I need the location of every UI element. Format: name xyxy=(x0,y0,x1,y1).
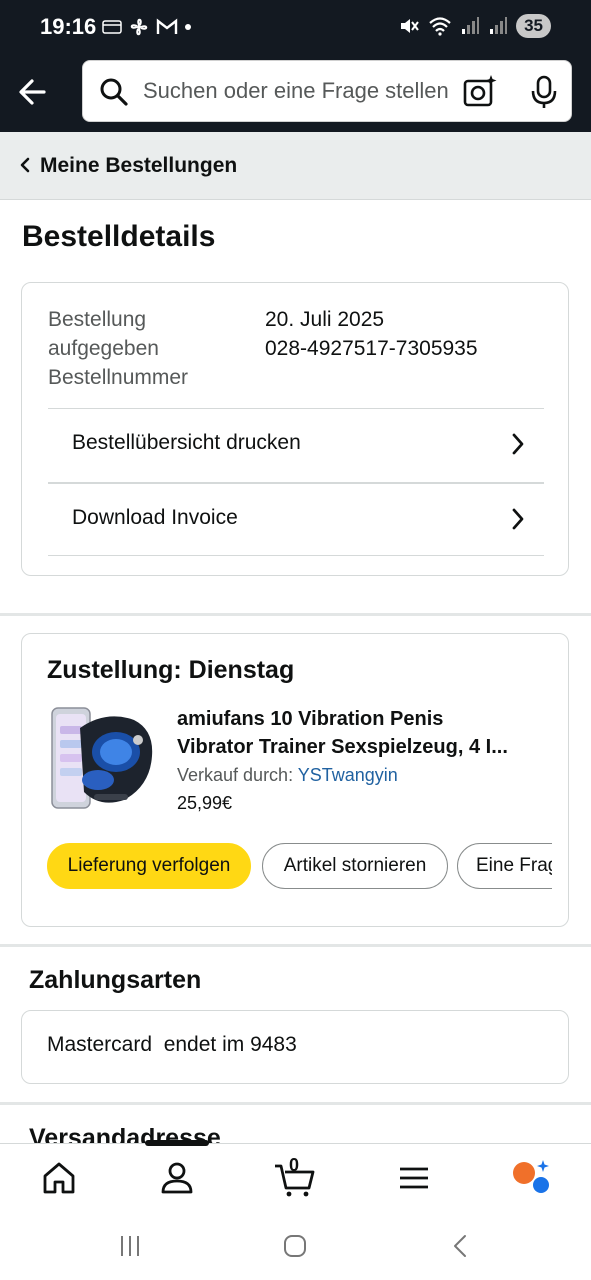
product-image[interactable] xyxy=(50,706,156,810)
print-order-summary-link[interactable]: Bestellübersicht drucken xyxy=(48,408,544,482)
system-nav-bar xyxy=(0,1211,591,1280)
card-notification-icon xyxy=(102,20,122,34)
track-delivery-button[interactable]: Lieferung verfolgen xyxy=(47,843,251,889)
camera-search-icon[interactable] xyxy=(461,73,499,111)
action-buttons: Lieferung verfolgen Artikel stornieren E… xyxy=(47,843,552,891)
dot-icon xyxy=(185,24,191,30)
seller-link[interactable]: YSTwangyin xyxy=(298,765,398,785)
order-labels: Bestellung aufgegeben Bestellnummer xyxy=(48,305,248,392)
payment-method: Mastercard endet im 9483 xyxy=(47,1033,297,1056)
system-back-icon[interactable] xyxy=(450,1233,470,1259)
signal-icon xyxy=(462,17,480,34)
account-icon[interactable] xyxy=(157,1158,197,1198)
active-tab-indicator xyxy=(145,1140,209,1146)
microphone-icon[interactable] xyxy=(527,73,561,111)
back-arrow-icon[interactable] xyxy=(14,72,54,112)
product-price: 25,99€ xyxy=(177,793,233,813)
delivery-title: Zustellung: Dienstag xyxy=(47,656,295,684)
order-date-value: 20. Juli 2025 xyxy=(265,308,385,331)
rufus-ai-icon[interactable] xyxy=(511,1158,551,1198)
home-button-icon[interactable] xyxy=(282,1233,308,1259)
section-divider xyxy=(0,944,591,947)
chevron-left-icon xyxy=(20,157,30,173)
gmail-icon xyxy=(156,18,178,34)
recent-apps-icon[interactable] xyxy=(118,1233,142,1259)
order-number-label: Bestellnummer xyxy=(48,366,189,389)
battery-indicator: 35 xyxy=(516,14,551,38)
page-title: Bestelldetails xyxy=(22,220,216,253)
cart-button[interactable]: 0 xyxy=(273,1155,317,1198)
cancel-item-button[interactable]: Artikel stornieren xyxy=(262,843,448,889)
ask-question-button[interactable]: Eine Frag xyxy=(457,843,552,889)
product-title-line-2: Vibrator Trainer Sexspielzeug, 4 I... xyxy=(177,736,508,758)
status-time: 19:16 xyxy=(40,14,97,39)
product-title[interactable]: amiufans 10 Vibration Penis Vibrator Tra… xyxy=(177,705,547,761)
breadcrumb[interactable]: Meine Bestellungen xyxy=(0,132,591,200)
wifi-icon xyxy=(429,17,451,36)
order-number-value: 028-4927517-7305935 xyxy=(265,337,478,360)
home-icon[interactable] xyxy=(39,1158,79,1198)
notification-icons xyxy=(102,16,192,38)
system-status-icons: 35 xyxy=(398,14,551,38)
breadcrumb-label: Meine Bestellungen xyxy=(40,154,238,177)
payment-card: Mastercard endet im 9483 xyxy=(21,1010,569,1084)
chevron-right-icon xyxy=(512,508,524,530)
search-input[interactable]: Suchen oder eine Frage stellen xyxy=(82,60,572,122)
fan-notification-icon xyxy=(130,18,148,36)
search-header: Suchen oder eine Frage stellen xyxy=(0,56,591,132)
payment-section-title: Zahlungsarten xyxy=(29,966,202,994)
menu-icon[interactable] xyxy=(394,1158,434,1198)
seller-prefix: Verkauf durch: xyxy=(177,765,294,785)
mute-icon xyxy=(401,19,419,33)
status-bar: 19:16 35 xyxy=(0,0,591,56)
signal-icon-2 xyxy=(490,17,508,34)
search-icon xyxy=(100,78,128,106)
section-divider xyxy=(0,613,591,616)
order-date-label: Bestellung aufgegeben xyxy=(48,308,159,360)
order-details-card: Bestellung aufgegeben Bestellnummer 20. … xyxy=(21,282,569,576)
cart-count: 0 xyxy=(289,1155,300,1175)
seller-line: Verkauf durch: YSTwangyin xyxy=(177,765,398,786)
bottom-nav: 0 xyxy=(0,1140,591,1211)
section-divider xyxy=(0,1102,591,1105)
product-title-line-1: amiufans 10 Vibration Penis xyxy=(177,708,444,730)
order-values: 20. Juli 2025 028-4927517-7305935 xyxy=(265,305,478,363)
download-invoice-link[interactable]: Download Invoice xyxy=(48,482,544,556)
search-placeholder: Suchen oder eine Frage stellen xyxy=(143,78,449,103)
chevron-right-icon xyxy=(512,433,524,455)
delivery-card: Zustellung: Dienstag amiufans 10 Vibrati… xyxy=(21,633,569,927)
print-order-summary-label: Bestellübersicht drucken xyxy=(72,431,301,454)
download-invoice-label: Download Invoice xyxy=(72,506,238,529)
